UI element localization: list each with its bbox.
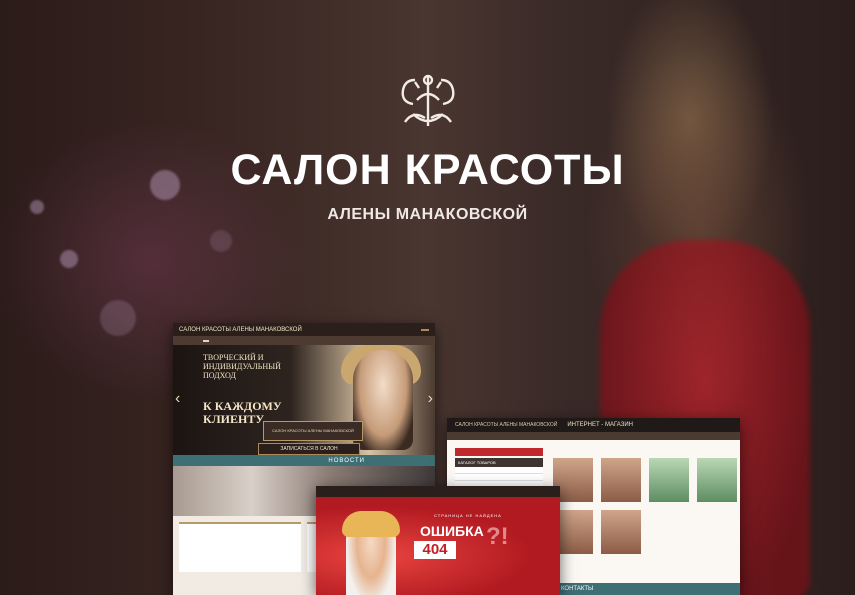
nav-item — [193, 340, 199, 342]
question-marks-icon: ?! — [486, 523, 509, 550]
page-title: САЛОН КРАСОТЫ — [230, 146, 625, 194]
product-grid — [553, 458, 737, 554]
bokeh-light — [210, 230, 232, 252]
product-tile — [697, 458, 737, 502]
error-code: 404 — [414, 541, 456, 559]
chevron-right-icon: › — [427, 390, 433, 407]
preview-header: САЛОН КРАСОТЫ АЛЕНЫ МАНАКОВСКОЙ — [173, 323, 435, 336]
news-bar: НОВОСТИ — [173, 455, 435, 466]
error-label: СТРАНИЦА НЕ НАЙДЕНА — [434, 513, 502, 518]
nav-item — [183, 340, 189, 342]
preview-header-button — [421, 328, 429, 331]
error-page-header — [316, 486, 560, 497]
preview-nav — [173, 336, 435, 345]
surprised-girl-photo — [342, 511, 400, 595]
shop-brand: САЛОН КРАСОТЫ АЛЕНЫ МАНАКОВСКОЙ — [455, 422, 558, 428]
nav-item — [223, 340, 229, 342]
preview-404-page: СТРАНИЦА НЕ НАЙДЕНА ОШИБКА 404 ?! — [316, 486, 560, 595]
catalog-heading: КАТАЛОГ ТОВАРОВ — [455, 458, 543, 467]
shop-header: САЛОН КРАСОТЫ АЛЕНЫ МАНАКОВСКОЙ ИНТЕРНЕТ… — [447, 418, 740, 432]
bokeh-light — [60, 250, 78, 268]
nav-item-active — [203, 339, 209, 342]
hero-sign: САЛОН КРАСОТЫ АЛЕНЫ МАНАКОВСКОЙ — [263, 421, 363, 441]
salon-logo-icon — [401, 74, 455, 126]
preview-brand: САЛОН КРАСОТЫ АЛЕНЫ МАНАКОВСКОЙ — [179, 326, 302, 333]
product-tile — [601, 458, 641, 502]
book-salon-button: ЗАПИСАТЬСЯ В САЛОН — [258, 443, 360, 455]
product-tile — [601, 510, 641, 554]
nav-item — [213, 340, 219, 342]
page-subtitle: АЛЕНЫ МАНАКОВСКОЙ — [327, 206, 528, 223]
shop-sidebar-buttons — [455, 448, 543, 456]
error-page-body: СТРАНИЦА НЕ НАЙДЕНА ОШИБКА 404 ?! — [316, 497, 560, 595]
shop-nav — [447, 432, 740, 440]
error-title: ОШИБКА — [420, 523, 484, 539]
catalog-row — [455, 474, 543, 481]
chevron-left-icon: ‹ — [175, 390, 181, 407]
contacts-bar: КОНТАКТЫ — [557, 583, 740, 595]
catalog-row — [455, 467, 543, 474]
shop-section: ИНТЕРНЕТ - МАГАЗИН — [567, 422, 634, 428]
bokeh-light — [100, 300, 136, 336]
preview-hero-banner: ‹ ТВОРЧЕСКИЙ И ИНДИВИДУАЛЬНЫЙ ПОДХОД К К… — [173, 345, 435, 455]
hero-small-text: ТВОРЧЕСКИЙ И ИНДИВИДУАЛЬНЫЙ ПОДХОД — [203, 353, 281, 380]
product-tile — [649, 458, 689, 502]
news-column — [179, 522, 301, 572]
